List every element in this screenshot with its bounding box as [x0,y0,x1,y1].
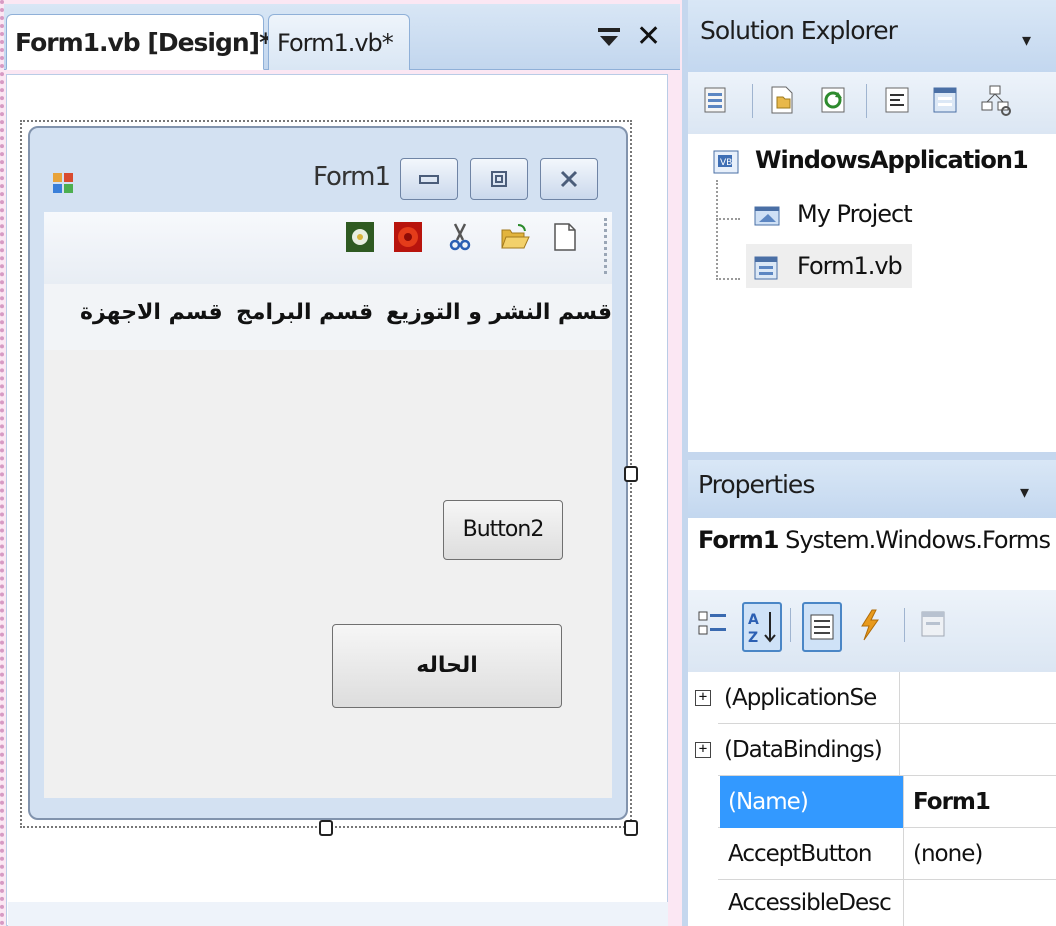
expand-icon[interactable]: + [695,690,711,706]
property-value[interactable]: (none) [905,828,1056,880]
object-name: Form1 [698,526,779,554]
tree-item-my-project[interactable]: My Project [797,200,913,228]
properties-icon[interactable] [702,84,732,116]
form-title: Form1 [313,162,391,192]
maximize-button[interactable] [470,158,528,200]
categorized-icon[interactable] [696,602,736,652]
property-gutter [688,776,718,828]
object-type: System.Windows.Forms [785,526,1051,554]
resize-handle-bottom[interactable] [319,820,333,836]
form-app-icon [52,172,74,194]
menu-item-devices[interactable]: قسم الاجهزة [80,300,223,325]
open-folder-icon[interactable] [500,222,530,252]
property-name[interactable]: (Name) [720,776,904,828]
class-diagram-icon[interactable] [980,84,1011,116]
toolbar-separator [752,84,753,118]
view-designer-icon[interactable] [930,84,960,116]
alphabetical-icon[interactable]: AZ [742,602,782,652]
view-code-icon[interactable] [882,84,912,116]
close-document-icon[interactable]: ✕ [636,22,661,52]
svg-text:Z: Z [748,630,758,646]
property-value[interactable] [905,724,1056,776]
tab-form1-design[interactable]: Form1.vb [Design]* [6,14,272,70]
tree-item-form1-vb[interactable]: Form1.vb [797,252,903,280]
menu-item-publishing[interactable]: قسم النشر و التوزيع [386,300,612,325]
property-value[interactable] [905,880,1056,926]
flower-red-icon[interactable] [394,222,422,252]
solution-explorer-title: Solution Explorer [700,16,898,45]
property-name[interactable]: (DataBindings) [716,724,900,776]
tree-connector [716,278,740,280]
property-value[interactable] [905,672,1056,724]
status-button[interactable]: الحاله [332,624,562,708]
show-all-files-icon[interactable] [768,84,798,116]
vb-project-icon: VB [712,148,740,176]
property-name[interactable]: (ApplicationSe [716,672,900,724]
properties-title: Properties [698,470,815,499]
resize-handle-right[interactable] [624,466,638,482]
properties-menu-icon[interactable]: ▾ [1020,482,1029,503]
my-project-icon [752,202,780,230]
refresh-icon[interactable] [818,84,848,116]
button2[interactable]: Button2 [443,500,563,560]
cut-icon[interactable] [446,222,474,252]
property-value[interactable]: Form1 [905,776,1056,828]
new-document-icon[interactable] [552,222,580,252]
toolbar-separator [790,608,791,642]
toolbar-separator [866,84,867,118]
tree-item-windowsapplication1[interactable]: WindowsApplication1 [755,146,1029,174]
svg-text:A: A [748,612,759,628]
flower-green-icon[interactable] [346,222,374,252]
expand-icon[interactable]: + [695,742,711,758]
property-gutter [688,880,718,926]
solution-explorer-menu-icon[interactable]: ▾ [1022,30,1031,51]
document-tab-strip: Form1.vb [Design]* Form1.vb* ✕ [4,4,680,70]
minimize-button[interactable] [400,158,458,200]
property-gutter [688,828,718,880]
tree-connector [716,180,718,280]
tree-connector [716,218,740,220]
window-position-dropdown-icon[interactable] [596,26,622,54]
form-close-button[interactable] [540,158,598,200]
component-tray [8,902,668,926]
resize-handle-bottom-right[interactable] [624,820,638,836]
property-pages-icon[interactable] [916,602,956,652]
panel-splitter-horizontal[interactable] [688,452,1056,460]
toolstrip-grip[interactable] [604,218,608,274]
events-icon[interactable] [852,602,892,652]
tab-form1-code[interactable]: Form1.vb* [268,14,410,70]
property-name[interactable]: AccessibleDesc [720,880,904,926]
menu-item-programs[interactable]: قسم البرامج [236,300,373,325]
form-file-icon [752,254,780,282]
property-name[interactable]: AcceptButton [720,828,904,880]
properties-view-icon[interactable] [802,602,842,652]
toolbar-separator [904,608,905,642]
svg-text:VB: VB [720,158,732,168]
object-selector[interactable]: Form1 System.Windows.Forms [698,526,1051,554]
